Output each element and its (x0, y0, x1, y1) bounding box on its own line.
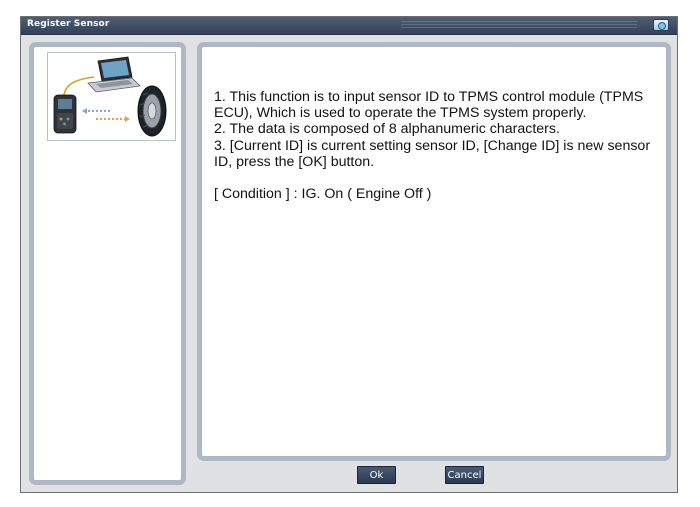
cable (63, 76, 95, 96)
camera-icon[interactable] (653, 19, 669, 31)
cancel-button[interactable]: Cancel (445, 466, 484, 484)
register-sensor-dialog: Register Sensor 1. This function is to i… (20, 16, 678, 493)
condition-text: [ Condition ] : IG. On ( Engine Off ) (214, 186, 432, 203)
title-bar: Register Sensor (21, 17, 677, 35)
function-description: 1. This function is to input sensor ID t… (214, 89, 659, 202)
arrow-left-icon (82, 108, 87, 114)
arrow-right-icon (125, 116, 130, 122)
window-title: Register Sensor (27, 19, 110, 29)
ok-button[interactable]: Ok (357, 466, 396, 484)
scan-tool-icon (53, 94, 77, 134)
description-line-1: 1. This function is to input sensor ID t… (214, 89, 644, 122)
tpms-illustration (47, 52, 176, 141)
description-line-2: 2. The data is composed of 8 alphanumeri… (214, 121, 560, 138)
description-line-3: 3. [Current ID] is current setting senso… (214, 137, 651, 170)
tpms-diagram (53, 56, 167, 137)
tire-icon (137, 85, 167, 137)
description-panel: 1. This function is to input sensor ID t… (197, 42, 671, 461)
laptop-icon (87, 56, 141, 93)
title-bar-texture (401, 21, 637, 30)
illustration-panel (29, 42, 186, 485)
